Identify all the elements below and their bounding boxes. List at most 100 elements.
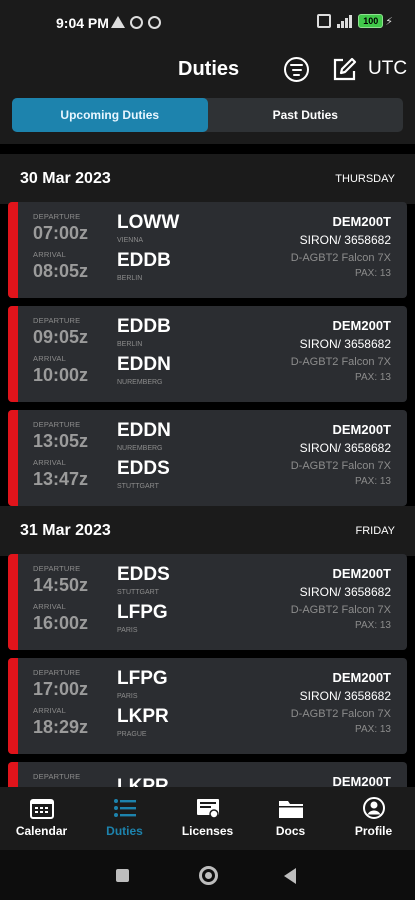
origin-city: VIENNA — [117, 237, 144, 244]
crew-info: SIRON/ 3658682 — [299, 441, 391, 455]
arrival-label: ARRIVAL — [33, 706, 66, 715]
duty-card[interactable]: DEPARTURE LKPR DEM200T — [8, 762, 407, 787]
list-icon — [113, 799, 136, 817]
edit-icon[interactable] — [332, 57, 357, 82]
tab-past-duties[interactable]: Past Duties — [208, 98, 404, 132]
destination-code: EDDS — [117, 458, 170, 479]
destination-code: LFPG — [117, 602, 168, 623]
arrival-time: 10:00z — [33, 365, 89, 385]
arrival-label: ARRIVAL — [33, 354, 66, 363]
date-label: 31 Mar 2023 — [20, 522, 111, 539]
crew-info: SIRON/ 3658682 — [299, 337, 391, 351]
destination-code: EDDB — [117, 250, 171, 271]
origin-city: PARIS — [117, 693, 138, 700]
pax-count: PAX: 13 — [355, 724, 391, 735]
tab-upcoming-duties[interactable]: Upcoming Duties — [12, 98, 208, 132]
pax-count: PAX: 13 — [355, 620, 391, 631]
sync-icon — [148, 16, 161, 29]
nav-profile[interactable]: Profile — [332, 787, 415, 850]
notification-icons — [111, 16, 161, 29]
sim-icon — [317, 14, 332, 28]
duty-tabs: Upcoming Duties Past Duties — [12, 98, 403, 132]
departure-time: 14:50z — [33, 575, 89, 595]
app-header: Duties UTC Upcoming Duties Past Duties — [0, 44, 415, 144]
signal-icon — [337, 14, 353, 28]
duty-card[interactable]: DEPARTURE 13:05z ARRIVAL 13:47z EDDN NUR… — [8, 410, 407, 506]
profile-icon — [362, 797, 385, 819]
departure-label: DEPARTURE — [33, 212, 81, 221]
destination-city: PRAGUE — [117, 731, 147, 738]
destination-code: LKPR — [117, 706, 169, 727]
destination-city: STUTTGART — [117, 483, 159, 490]
weekday-label: FRIDAY — [355, 525, 395, 537]
crew-info: SIRON/ 3658682 — [299, 233, 391, 247]
nav-licenses[interactable]: Licenses — [166, 787, 249, 850]
folder-icon — [278, 801, 303, 818]
departure-label: DEPARTURE — [33, 316, 81, 325]
back-icon[interactable] — [284, 868, 296, 884]
aircraft-info: D-AGBT2 Falcon 7X — [290, 356, 391, 368]
status-indicator — [8, 658, 18, 754]
upload-icon — [111, 16, 125, 28]
home-icon[interactable] — [199, 866, 218, 885]
origin-city: BERLIN — [117, 341, 143, 348]
aircraft-info: D-AGBT2 Falcon 7X — [290, 460, 391, 472]
crew-info: SIRON/ 3658682 — [299, 689, 391, 703]
departure-time: 07:00z — [33, 223, 89, 243]
status-indicator — [8, 554, 18, 650]
origin-code: LFPG — [117, 668, 168, 689]
duty-card[interactable]: DEPARTURE 07:00z ARRIVAL 08:05z LOWW VIE… — [8, 202, 407, 298]
arrival-label: ARRIVAL — [33, 458, 66, 467]
crew-info: SIRON/ 3658682 — [299, 585, 391, 599]
origin-code: LKPR — [117, 776, 169, 787]
nav-label: Docs — [275, 824, 306, 838]
nav-label: Duties — [106, 824, 143, 838]
departure-time: 13:05z — [33, 431, 89, 451]
departure-label: DEPARTURE — [33, 564, 81, 573]
license-icon — [196, 799, 219, 819]
flight-number: DEM200T — [332, 318, 391, 333]
aircraft-info: D-AGBT2 Falcon 7X — [290, 708, 391, 720]
destination-city: NUREMBERG — [117, 379, 163, 386]
nav-calendar[interactable]: Calendar — [0, 787, 83, 850]
duty-card[interactable]: DEPARTURE 14:50z ARRIVAL 16:00z EDDS STU… — [8, 554, 407, 650]
origin-code: EDDN — [117, 420, 171, 441]
bottom-nav: Calendar Duties Licenses Docs Profile — [0, 787, 415, 850]
origin-code: EDDB — [117, 316, 171, 337]
flight-number: DEM200T — [332, 670, 391, 685]
status-indicator — [8, 202, 18, 298]
weekday-label: THURSDAY — [335, 173, 395, 185]
origin-code: EDDS — [117, 564, 170, 585]
nav-docs[interactable]: Docs — [249, 787, 332, 850]
origin-code: LOWW — [117, 212, 180, 233]
destination-city: PARIS — [117, 627, 138, 634]
recents-icon[interactable] — [116, 869, 129, 882]
destination-city: BERLIN — [117, 275, 143, 282]
arrival-label: ARRIVAL — [33, 250, 66, 259]
aircraft-info: D-AGBT2 Falcon 7X — [290, 252, 391, 264]
nav-label: Calendar — [15, 824, 68, 838]
status-indicator — [8, 306, 18, 402]
flight-number: DEM200T — [332, 422, 391, 437]
sync-icon — [130, 16, 143, 29]
date-label: 30 Mar 2023 — [20, 170, 111, 187]
origin-city: NUREMBERG — [117, 445, 163, 452]
duty-card[interactable]: DEPARTURE 09:05z ARRIVAL 10:00z EDDB BER… — [8, 306, 407, 402]
status-bar: 9:04 PM 100 ⚡ — [0, 0, 415, 44]
destination-code: EDDN — [117, 354, 171, 375]
utc-toggle[interactable]: UTC — [368, 58, 407, 80]
arrival-time: 16:00z — [33, 613, 89, 633]
duties-list[interactable]: 30 Mar 2023 THURSDAY DEPARTURE 07:00z AR… — [0, 144, 415, 787]
pax-count: PAX: 13 — [355, 268, 391, 279]
filter-icon[interactable] — [284, 57, 309, 82]
status-time: 9:04 PM — [56, 15, 109, 31]
arrival-time: 13:47z — [33, 469, 89, 489]
origin-city: STUTTGART — [117, 589, 159, 596]
arrival-time: 18:29z — [33, 717, 89, 737]
duty-card[interactable]: DEPARTURE 17:00z ARRIVAL 18:29z LFPG PAR… — [8, 658, 407, 754]
departure-time: 09:05z — [33, 327, 89, 347]
calendar-icon — [29, 799, 54, 819]
arrival-time: 08:05z — [33, 261, 89, 281]
nav-duties[interactable]: Duties — [83, 787, 166, 850]
system-nav-bar — [0, 850, 415, 900]
